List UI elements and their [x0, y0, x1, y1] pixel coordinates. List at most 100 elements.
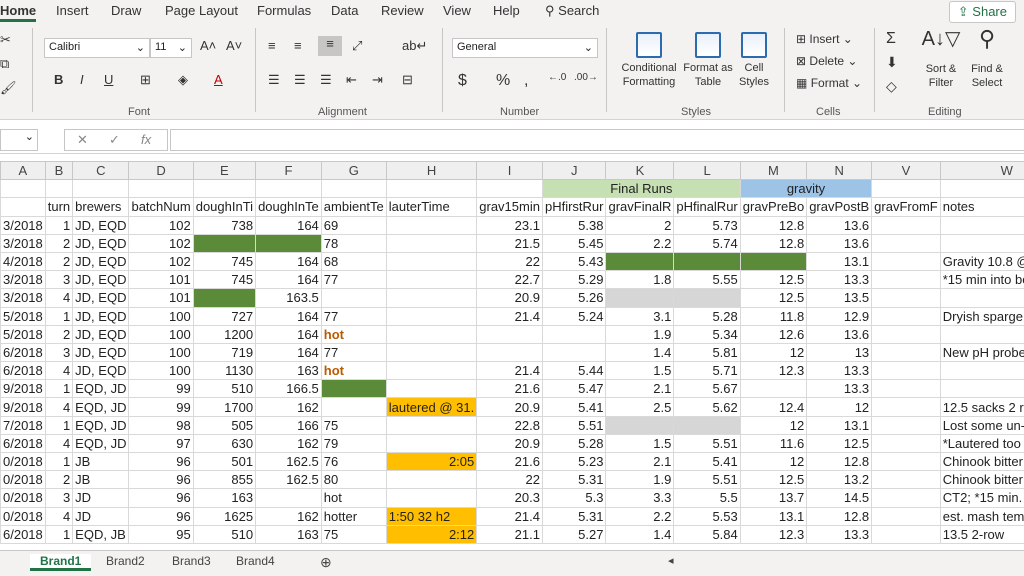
cell[interactable]: 96 [128, 451, 194, 472]
sort-filter-button[interactable]: A↓▽ Sort & Filter [918, 29, 964, 90]
column-header[interactable]: G [320, 161, 387, 181]
cell[interactable]: JD, EQD [72, 342, 130, 363]
cell[interactable]: 1.5 [605, 361, 675, 381]
cell[interactable] [385, 324, 478, 344]
cell[interactable]: 5.74 [673, 233, 741, 253]
cell[interactable]: 5.84 [673, 524, 741, 544]
enter-icon[interactable]: ✓ [109, 132, 120, 148]
cell[interactable]: JD, EQD [72, 215, 130, 235]
cell[interactable] [385, 361, 478, 381]
italic-icon[interactable]: I [80, 72, 84, 87]
cell[interactable] [871, 233, 941, 253]
cell[interactable] [739, 251, 808, 272]
insert-cells-button[interactable]: ⊞ Insert ⌄ [796, 32, 853, 46]
cell[interactable]: 12.8 [806, 451, 873, 472]
cell[interactable] [385, 306, 478, 326]
cell[interactable]: 12.9 [806, 306, 873, 326]
cell[interactable]: 5.28 [673, 306, 741, 326]
align-right-icon[interactable]: ☰ [320, 72, 332, 88]
cell[interactable] [871, 342, 941, 363]
search-box[interactable]: ⚲ Search [545, 3, 599, 19]
cell[interactable]: 12 [739, 451, 808, 472]
cell[interactable]: 1.9 [605, 324, 675, 344]
cell[interactable] [871, 288, 941, 308]
cell[interactable]: 5.41 [541, 397, 607, 417]
cell[interactable]: 13 [806, 342, 873, 363]
cell[interactable]: Gravity 10.8 @ KO (m [939, 251, 1024, 272]
cell[interactable]: 101 [128, 288, 194, 308]
cell[interactable]: 162.5 [255, 451, 322, 472]
cell[interactable] [605, 288, 675, 308]
cell[interactable]: 1 [44, 451, 74, 472]
cell[interactable]: 1.5 [605, 433, 675, 454]
cell[interactable]: 96 [128, 488, 194, 508]
cell[interactable]: 13.5 2-row [939, 524, 1024, 544]
cell[interactable]: 5.31 [541, 506, 607, 526]
align-center-icon[interactable]: ☰ [294, 72, 306, 88]
cell[interactable]: 2.2 [605, 233, 675, 253]
cell[interactable]: 1.9 [605, 470, 675, 490]
cell[interactable]: Lost some un-conver [939, 415, 1024, 435]
field-header-cell[interactable]: gravPreBo [739, 197, 808, 217]
cell[interactable] [739, 379, 808, 399]
field-header-cell[interactable]: ambientTe [320, 197, 387, 217]
cell[interactable] [320, 288, 387, 308]
decrease-indent-icon[interactable]: ⇤ [346, 72, 357, 88]
cell[interactable] [320, 379, 387, 399]
cell[interactable]: 1200 [192, 324, 257, 344]
cell[interactable] [541, 324, 607, 344]
cell[interactable]: 2 [44, 470, 74, 490]
cell[interactable]: 96 [128, 506, 194, 526]
cell[interactable]: 21.6 [476, 379, 543, 399]
cell[interactable]: hotter [320, 506, 387, 526]
cell[interactable]: 100 [128, 361, 194, 381]
align-top-icon[interactable]: ≡ [268, 38, 276, 53]
decrease-font-icon[interactable]: A˅ [226, 38, 242, 53]
column-header[interactable]: V [871, 161, 941, 181]
cell-styles-button[interactable]: Cell Styles [734, 32, 774, 89]
cell[interactable]: 0/2018 [0, 488, 46, 508]
cell[interactable]: 5.41 [673, 451, 741, 472]
cell[interactable]: 5.34 [673, 324, 741, 344]
cell[interactable]: JD, EQD [72, 233, 130, 253]
cell[interactable]: 13.3 [806, 270, 873, 290]
final-runs-header[interactable]: Final Runs [541, 179, 741, 199]
field-header-cell[interactable]: batchNum [128, 197, 194, 217]
cell[interactable] [128, 179, 194, 199]
cell[interactable]: 1 [44, 415, 74, 435]
cell[interactable]: JD, EQD [72, 306, 130, 326]
cell[interactable]: 1 [44, 379, 74, 399]
cell[interactable]: hot [320, 324, 387, 344]
cell[interactable]: 1700 [192, 397, 257, 417]
cell[interactable]: 3/2018 [0, 233, 46, 253]
cell[interactable]: 20.3 [476, 488, 543, 508]
cell[interactable] [385, 179, 478, 199]
menu-home[interactable]: Home [0, 3, 37, 22]
cell[interactable] [255, 179, 322, 199]
cell[interactable]: 21.1 [476, 524, 543, 544]
decrease-decimal-icon[interactable]: .00→ [574, 72, 598, 83]
cut-icon[interactable]: ✂ [0, 32, 11, 48]
cell[interactable]: 719 [192, 342, 257, 363]
merge-center-icon[interactable]: ⊟ [402, 72, 413, 88]
cell[interactable]: 12.5 [739, 270, 808, 290]
cell[interactable]: *15 min into boil [939, 270, 1024, 290]
cell[interactable]: JD, EQD [72, 251, 130, 272]
column-header[interactable]: I [476, 161, 543, 181]
cell[interactable]: 12.6 [739, 324, 808, 344]
cell[interactable]: 4 [44, 433, 74, 454]
cell[interactable] [192, 233, 257, 253]
cell[interactable]: 3/2018 [0, 288, 46, 308]
align-left-icon[interactable]: ☰ [268, 72, 280, 88]
cell[interactable]: 166.5 [255, 379, 322, 399]
cell[interactable]: hot [320, 361, 387, 381]
cell[interactable]: CT2; *15 min. into bo [939, 488, 1024, 508]
field-header-cell[interactable]: gravFinalR [605, 197, 675, 217]
cell[interactable]: 12.5 [739, 470, 808, 490]
cell[interactable]: 12.8 [739, 233, 808, 253]
cell[interactable]: 3 [44, 270, 74, 290]
cell[interactable] [72, 179, 130, 199]
cell[interactable]: 21.4 [476, 506, 543, 526]
menu-draw[interactable]: Draw [111, 3, 141, 18]
column-header[interactable]: W [939, 161, 1024, 181]
